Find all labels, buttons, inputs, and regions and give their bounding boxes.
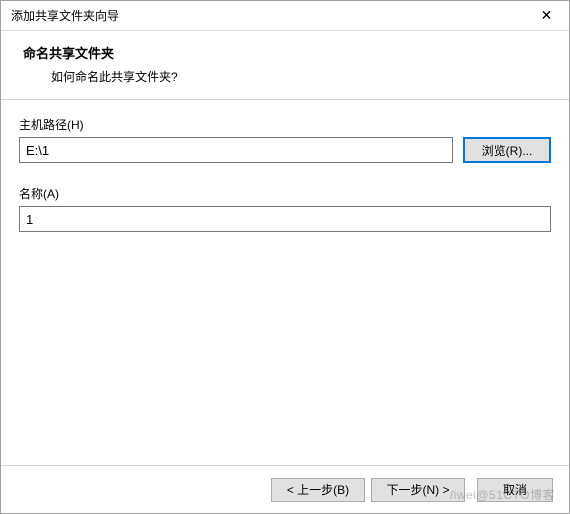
- host-path-group: 主机路径(H) 浏览(R)...: [19, 116, 551, 163]
- titlebar: 添加共享文件夹向导 ✕: [1, 1, 569, 31]
- page-subtitle: 如何命名此共享文件夹?: [51, 68, 559, 85]
- name-input[interactable]: [19, 206, 551, 232]
- wizard-content: 主机路径(H) 浏览(R)... 名称(A): [1, 100, 569, 465]
- host-path-label: 主机路径(H): [19, 116, 551, 133]
- cancel-button[interactable]: 取消: [477, 478, 553, 502]
- browse-button[interactable]: 浏览(R)...: [463, 137, 551, 163]
- back-button[interactable]: < 上一步(B): [271, 478, 365, 502]
- host-path-row: 浏览(R)...: [19, 137, 551, 163]
- name-row: [19, 206, 551, 232]
- next-button[interactable]: 下一步(N) >: [371, 478, 465, 502]
- host-path-input[interactable]: [19, 137, 453, 163]
- name-group: 名称(A): [19, 185, 551, 232]
- window-title: 添加共享文件夹向导: [11, 7, 119, 24]
- wizard-footer: < 上一步(B) 下一步(N) > 取消: [1, 465, 569, 513]
- wizard-header: 命名共享文件夹 如何命名此共享文件夹?: [1, 31, 569, 100]
- close-icon: ✕: [541, 7, 553, 24]
- wizard-window: 添加共享文件夹向导 ✕ 命名共享文件夹 如何命名此共享文件夹? 主机路径(H) …: [0, 0, 570, 514]
- close-button[interactable]: ✕: [524, 1, 569, 31]
- page-title: 命名共享文件夹: [23, 43, 559, 62]
- name-label: 名称(A): [19, 185, 551, 202]
